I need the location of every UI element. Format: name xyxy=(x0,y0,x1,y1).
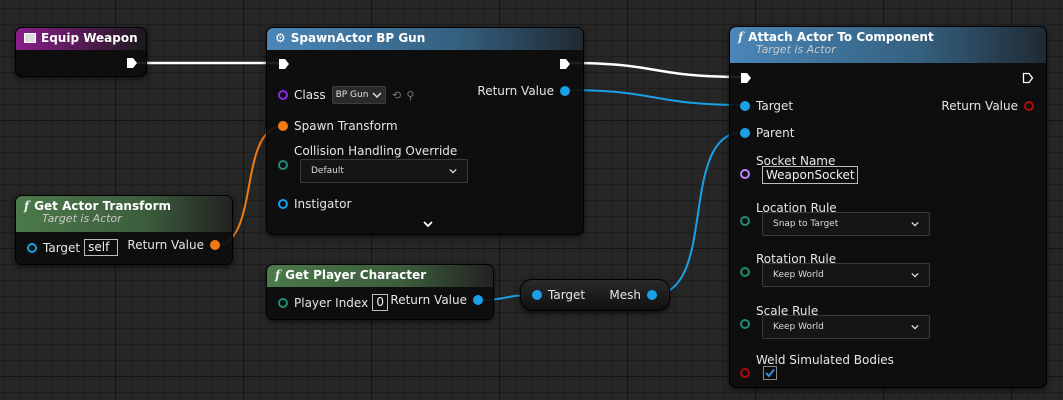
attach-return-value-pin[interactable] xyxy=(1024,101,1034,111)
class-pin[interactable] xyxy=(278,90,288,100)
collision-handling-dropdown[interactable]: Default xyxy=(300,159,468,183)
scale-rule-pin[interactable] xyxy=(740,319,750,329)
get-actor-transform-header: f Get Actor Transform Target is Actor xyxy=(16,196,232,232)
get-player-character-node[interactable]: f Get Player Character Player Index 0 Ret… xyxy=(266,264,494,320)
exec-out-pin-icon[interactable] xyxy=(1022,72,1034,84)
parent-label: Parent xyxy=(756,126,795,140)
player-index-pin[interactable] xyxy=(278,297,288,308)
chevron-down-icon xyxy=(372,92,382,99)
spawn-actor-header: ⚙ SpawnActor BP Gun xyxy=(267,28,583,50)
character-return-value-pin[interactable] xyxy=(473,295,483,305)
reset-arrow-icon[interactable]: ⟲ xyxy=(389,88,403,102)
chevron-down-icon xyxy=(911,221,919,227)
location-rule-value: Snap to Target xyxy=(773,219,839,229)
weld-label: Weld Simulated Bodies xyxy=(756,353,894,367)
weld-pin[interactable] xyxy=(740,368,750,378)
exec-pin-icon[interactable] xyxy=(126,57,138,69)
parent-pin[interactable] xyxy=(740,128,750,138)
rotation-rule-value: Keep World xyxy=(773,270,824,280)
collision-value: Default xyxy=(311,166,344,176)
collision-label: Collision Handling Override xyxy=(294,144,458,158)
get-mesh-node[interactable]: Target Mesh xyxy=(520,279,670,311)
attach-target-label: Target xyxy=(756,99,794,113)
get-actor-transform-subtitle: Target is Actor xyxy=(42,212,122,225)
spawn-actor-node[interactable]: ⚙ SpawnActor BP Gun Class BP Gun ⟲ ⚲ Retu… xyxy=(266,27,584,235)
exec-out-pin-icon[interactable] xyxy=(559,58,571,70)
rotation-rule-dropdown[interactable]: Keep World xyxy=(762,263,930,287)
spawn-return-value-pin[interactable] xyxy=(560,86,570,96)
checkmark-icon xyxy=(765,368,775,378)
get-player-character-header: f Get Player Character xyxy=(267,265,493,287)
spawn-transform-pin[interactable] xyxy=(278,121,288,131)
transform-return-value-label: Return Value xyxy=(127,238,204,252)
attach-actor-to-component-node[interactable]: f Attach Actor To Component Target is Act… xyxy=(729,26,1047,388)
chevron-down-icon xyxy=(911,324,919,330)
mesh-output-pin[interactable] xyxy=(647,290,657,300)
equip-weapon-event-node[interactable]: Equip Weapon xyxy=(15,27,147,77)
player-index-label: Player Index xyxy=(294,295,369,310)
location-rule-dropdown[interactable]: Snap to Target xyxy=(762,212,930,236)
rotation-rule-pin[interactable] xyxy=(740,267,750,277)
socket-name-pin[interactable] xyxy=(740,169,750,179)
exec-in-pin-icon[interactable] xyxy=(740,72,752,84)
get-player-character-title: Get Player Character xyxy=(285,268,427,282)
character-return-value-label: Return Value xyxy=(390,293,467,307)
attach-target-pin[interactable] xyxy=(740,101,750,111)
socket-name-field[interactable]: WeaponSocket xyxy=(762,166,858,184)
spawn-actor-title: SpawnActor BP Gun xyxy=(290,31,426,45)
chevron-down-icon xyxy=(911,272,919,278)
mesh-target-label: Target xyxy=(548,288,586,302)
transform-return-value-pin[interactable] xyxy=(210,240,220,250)
transform-target-field[interactable]: self xyxy=(84,239,119,256)
equip-weapon-header: Equip Weapon xyxy=(16,28,146,50)
spawn-transform-label: Spawn Transform xyxy=(294,119,398,133)
attach-return-value-label: Return Value xyxy=(941,99,1018,113)
scale-rule-value: Keep World xyxy=(773,322,824,332)
mesh-target-pin[interactable] xyxy=(532,290,542,300)
weld-checkbox[interactable] xyxy=(763,366,777,380)
class-value: BP Gun xyxy=(335,90,369,100)
transform-target-pin[interactable] xyxy=(27,242,37,253)
spawn-return-value-label: Return Value xyxy=(477,84,554,98)
attach-actor-header: f Attach Actor To Component Target is Act… xyxy=(730,27,1046,63)
function-icon: f xyxy=(275,268,281,282)
exec-wire-spawn-to-attach[interactable] xyxy=(569,61,745,79)
scale-rule-dropdown[interactable]: Keep World xyxy=(762,315,930,339)
mesh-label: Mesh xyxy=(609,288,641,302)
class-label: Class xyxy=(294,88,326,102)
chevron-down-icon xyxy=(423,221,433,228)
blueprint-graph-canvas[interactable]: Equip Weapon ⚙ SpawnActor BP Gun Class BP… xyxy=(0,0,1063,400)
event-icon xyxy=(24,33,36,43)
expand-advanced-button[interactable] xyxy=(423,220,433,228)
function-icon: f xyxy=(738,30,744,44)
spawn-icon: ⚙ xyxy=(275,31,286,45)
class-select[interactable]: BP Gun xyxy=(331,86,387,104)
wire-spawn-return-to-target[interactable] xyxy=(565,89,745,106)
get-actor-transform-node[interactable]: f Get Actor Transform Target is Actor Tar… xyxy=(15,195,233,265)
function-icon: f xyxy=(24,199,30,213)
location-rule-pin[interactable] xyxy=(740,216,750,226)
attach-actor-subtitle: Target is Actor xyxy=(756,43,836,56)
exec-in-pin-icon[interactable] xyxy=(278,58,290,70)
get-actor-transform-title: Get Actor Transform xyxy=(34,199,172,213)
instigator-label: Instigator xyxy=(294,197,352,211)
transform-target-label: Target xyxy=(43,240,81,255)
chevron-down-icon xyxy=(449,168,457,174)
attach-actor-title: Attach Actor To Component xyxy=(748,30,934,44)
browse-search-icon[interactable]: ⚲ xyxy=(403,88,417,102)
equip-weapon-title: Equip Weapon xyxy=(41,31,138,45)
collision-pin[interactable] xyxy=(278,160,288,170)
instigator-pin[interactable] xyxy=(278,199,288,209)
